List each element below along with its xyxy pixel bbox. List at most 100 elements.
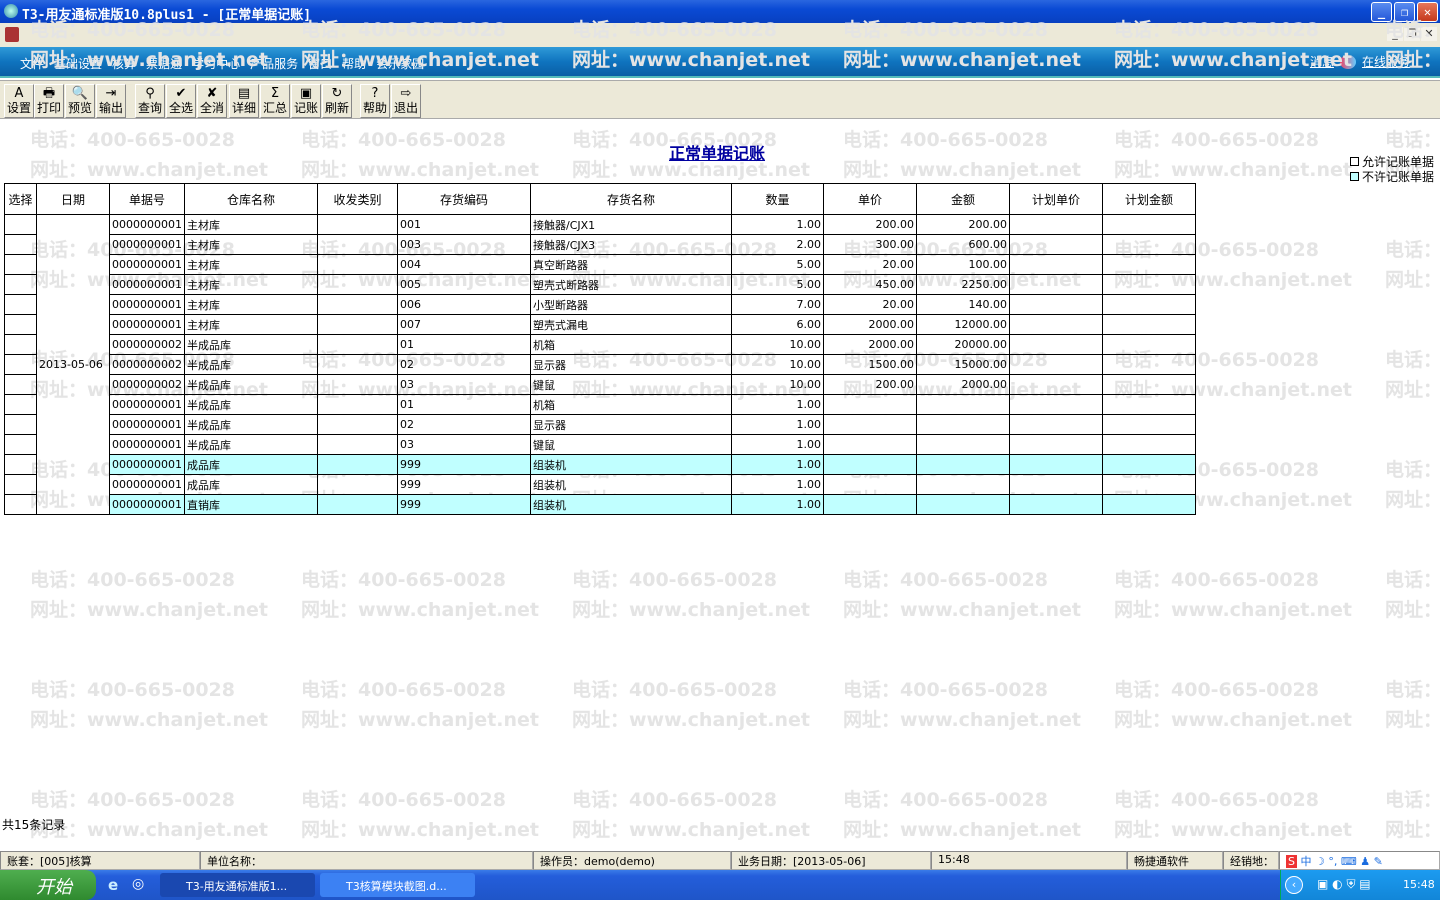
select-cell[interactable] (4, 274, 37, 295)
cell-name: 塑壳式漏电 (530, 314, 732, 335)
watermark-text: 电话：400-665-0028网址：www.chanjet.net (30, 789, 268, 841)
select-cell[interactable] (4, 434, 37, 455)
cell-price: 200.00 (823, 374, 917, 395)
column-header[interactable]: 单价 (823, 183, 917, 215)
select-cell[interactable] (4, 214, 37, 235)
cell-wh: 主材库 (184, 294, 318, 315)
table-row[interactable]: 0000000001 主材库 005 塑壳式断路器 5.00 450.00 2250.00 (4, 274, 1196, 295)
cell-pp (1009, 354, 1103, 375)
cell-no: 0000000001 (109, 394, 185, 415)
watermark-text: 电话：400-665-0028网址：www.chanjet.net (1385, 679, 1440, 731)
select-cell[interactable] (4, 254, 37, 275)
cell-wh: 主材库 (184, 314, 318, 335)
cell-no: 0000000001 (109, 314, 185, 335)
select-cell[interactable] (4, 374, 37, 395)
cell-code: 03 (397, 434, 531, 455)
column-header[interactable]: 仓库名称 (184, 183, 318, 215)
table-row[interactable]: 0000000001 半成品库 02 显示器 1.00 (4, 414, 1196, 435)
table-row[interactable]: 0000000002 半成品库 01 机箱 10.00 2000.00 20000.00 (4, 334, 1196, 355)
cell-type (317, 374, 398, 395)
cell-type (317, 234, 398, 255)
ime-mode[interactable]: 中 (1300, 855, 1311, 868)
cell-amt (916, 474, 1010, 495)
select-cell[interactable] (4, 294, 37, 315)
table-row[interactable]: 0000000001 成品库 999 组装机 1.00 (4, 454, 1196, 475)
task-word-doc[interactable]: T3核算模块截图.d... (320, 873, 475, 897)
column-header[interactable]: 金额 (916, 183, 1010, 215)
cell-name: 接触器/CJX1 (530, 214, 732, 235)
select-cell[interactable] (4, 454, 37, 475)
status-time: 15:48 (931, 851, 1127, 870)
select-cell[interactable] (4, 234, 37, 255)
cell-pa (1102, 454, 1196, 475)
table-row[interactable]: 0000000001 主材库 007 塑壳式漏电 6.00 2000.00 12000.00 (4, 314, 1196, 335)
cell-price (823, 394, 917, 415)
cell-wh: 主材库 (184, 274, 318, 295)
cell-price: 200.00 (823, 214, 917, 235)
column-header[interactable]: 计划单价 (1009, 183, 1103, 215)
cell-pp (1009, 294, 1103, 315)
task-t3[interactable]: T3-用友通标准版1... (160, 873, 315, 897)
start-button[interactable]: 开始 (0, 870, 96, 900)
cell-pp (1009, 474, 1103, 495)
status-business-date: 业务日期：[2013-05-06] (731, 851, 931, 870)
column-header[interactable]: 单据号 (109, 183, 185, 215)
table-row[interactable]: 0000000001 直销库 999 组装机 1.00 (4, 494, 1196, 515)
column-header[interactable]: 收发类别 (317, 183, 398, 215)
watermark-text: 电话：400-665-0028网址：www.chanjet.net (1385, 569, 1440, 621)
legend-disallow: 不许记账单据 (1350, 168, 1434, 185)
table-row[interactable]: 0000000001 主材库 006 小型断路器 7.00 20.00 140.00 (4, 294, 1196, 315)
column-header[interactable]: 存货名称 (530, 183, 732, 215)
cell-pa (1102, 354, 1196, 375)
table-row[interactable]: 0000000001 半成品库 03 键鼠 1.00 (4, 434, 1196, 455)
table-row[interactable]: 0000000002 半成品库 03 键鼠 10.00 200.00 2000.00 (4, 374, 1196, 395)
cell-pa (1102, 474, 1196, 495)
table-row[interactable]: 0000000002 半成品库 02 显示器 10.00 1500.00 15000.00 (4, 354, 1196, 375)
tray-expand-icon[interactable]: ‹ (1285, 876, 1303, 894)
watermark-text: 电话：400-665-0028网址：www.chanjet.net (572, 19, 810, 71)
cell-amt: 12000.00 (916, 314, 1010, 335)
cell-no: 0000000002 (109, 374, 185, 395)
select-cell[interactable] (4, 314, 37, 335)
watermark-text: 电话：400-665-0028网址：www.chanjet.net (1385, 239, 1440, 291)
watermark-text: 电话：400-665-0028网址：www.chanjet.net (1385, 19, 1440, 71)
table-row[interactable]: 0000000001 主材库 004 真空断路器 5.00 20.00 100.00 (4, 254, 1196, 275)
column-header[interactable]: 计划金额 (1102, 183, 1196, 215)
cell-pa (1102, 314, 1196, 335)
ime-toolbar[interactable]: S 中 ☽ °, ⌨ ♟ ✎ (1279, 851, 1440, 870)
cell-code: 01 (397, 394, 531, 415)
table-row[interactable]: 0000000001 半成品库 01 机箱 1.00 (4, 394, 1196, 415)
select-cell[interactable] (4, 414, 37, 435)
cell-wh: 半成品库 (184, 394, 318, 415)
cell-wh: 半成品库 (184, 334, 318, 355)
column-header[interactable]: 选择 (4, 183, 37, 215)
table-row[interactable]: 0000000001 主材库 003 接触器/CJX3 2.00 300.00 600.00 (4, 234, 1196, 255)
cell-price: 1500.00 (823, 354, 917, 375)
cell-type (317, 434, 398, 455)
column-header[interactable]: 存货编码 (397, 183, 531, 215)
cell-pp (1009, 374, 1103, 395)
status-vendor: 畅捷通软件 (1127, 851, 1223, 870)
cell-pa (1102, 494, 1196, 515)
cell-no: 0000000001 (109, 414, 185, 435)
watermark-text: 电话：400-665-0028网址：www.chanjet.net (1114, 19, 1352, 71)
column-header[interactable]: 日期 (36, 183, 110, 215)
select-cell[interactable] (4, 474, 37, 495)
cell-code: 02 (397, 354, 531, 375)
cell-name: 显示器 (530, 354, 732, 375)
status-bar: 账套：[005]核算 单位名称： 操作员：demo(demo) 业务日期：[20… (0, 850, 1440, 870)
column-header[interactable]: 数量 (731, 183, 824, 215)
taskbar: 开始 e ◎ T3-用友通标准版1... T3核算模块截图.d... ‹ ▣ ◐… (0, 870, 1440, 900)
select-cell[interactable] (4, 354, 37, 375)
outlook-icon[interactable]: ◎ (132, 876, 144, 892)
ie-icon[interactable]: e (108, 876, 118, 894)
cell-pa (1102, 414, 1196, 435)
select-cell[interactable] (4, 494, 37, 515)
table-row[interactable]: 2013-05-06 0000000001 主材库 001 接触器/CJX1 1.00 20… (4, 214, 1196, 515)
table-row[interactable]: 0000000001 成品库 999 组装机 1.00 (4, 474, 1196, 495)
select-cell[interactable] (4, 334, 37, 355)
cell-qty: 1.00 (731, 214, 824, 235)
select-cell[interactable] (4, 394, 37, 415)
tray-icons[interactable]: ▣ ◐ ⛨ ▤ (1317, 877, 1371, 892)
cell-amt: 15000.00 (916, 354, 1010, 375)
